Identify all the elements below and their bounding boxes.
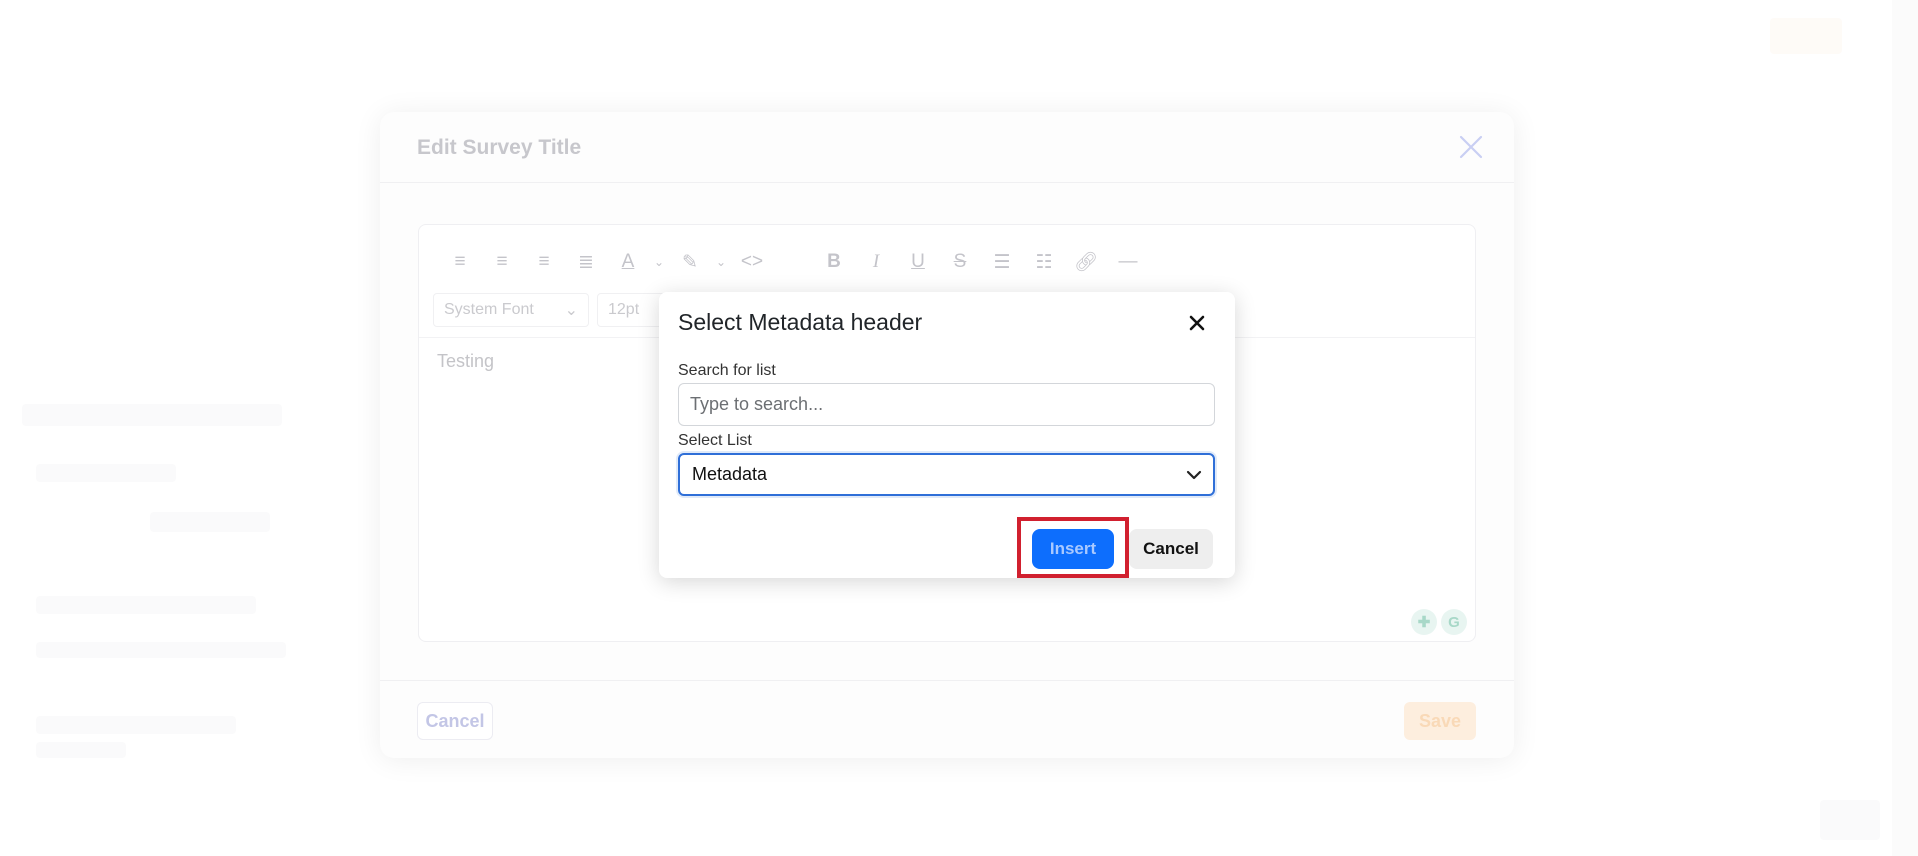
edit-cancel-button[interactable]: Cancel [417, 702, 493, 740]
close-icon[interactable] [1456, 132, 1486, 162]
edit-modal-footer-divider [380, 680, 1514, 681]
insert-button[interactable]: Insert [1032, 529, 1114, 569]
link-icon[interactable]: 🔗︎ [1065, 245, 1107, 279]
grammarly-icon[interactable]: G [1441, 609, 1467, 635]
select-list-value: Metadata [692, 464, 768, 484]
lightbulb-icon[interactable]: ✚ [1411, 609, 1437, 635]
code-icon[interactable]: <> [731, 245, 773, 279]
select-list-label: Select List [678, 432, 752, 449]
grammarly-widget[interactable]: ✚ G [1411, 609, 1467, 635]
save-button[interactable]: Save [1404, 702, 1476, 740]
dialog-title: Select Metadata header [678, 309, 923, 335]
chevron-down-icon[interactable]: ⌄ [711, 245, 731, 279]
chevron-down-icon: ⌄ [564, 302, 578, 319]
align-left-icon[interactable]: ≡ [439, 245, 481, 279]
cancel-button[interactable]: Cancel [1129, 529, 1213, 569]
search-input[interactable] [678, 383, 1215, 426]
font-size-value: 12pt [608, 301, 640, 318]
editor-toolbar: ≡ ≡ ≡ ≣ A ⌄ ✎ ⌄ <> B I U S ☰ ☷ 🔗︎ — [439, 245, 1149, 279]
select-list-dropdown[interactable]: Metadata [678, 453, 1215, 496]
align-justify-icon[interactable]: ≣ [565, 245, 607, 279]
strikethrough-icon[interactable]: S [939, 245, 981, 279]
select-metadata-dialog: Select Metadata header Search for list S… [659, 292, 1235, 578]
underline-icon[interactable]: U [897, 245, 939, 279]
horizontal-rule-icon[interactable]: — [1107, 245, 1149, 279]
highlight-color-icon[interactable]: ✎ [669, 245, 711, 279]
numbered-list-icon[interactable]: ☷ [1023, 245, 1065, 279]
chevron-down-icon[interactable]: ⌄ [649, 245, 669, 279]
close-icon[interactable] [1185, 311, 1209, 335]
bullet-list-icon[interactable]: ☰ [981, 245, 1023, 279]
italic-icon[interactable]: I [855, 245, 897, 279]
editor-content[interactable]: Testing [437, 351, 494, 372]
font-family-select[interactable]: System Font ⌄ [433, 293, 589, 327]
text-color-icon[interactable]: A [607, 245, 649, 279]
chevron-down-icon [1185, 466, 1203, 484]
edit-modal-header-divider [380, 182, 1514, 183]
align-right-icon[interactable]: ≡ [523, 245, 565, 279]
font-family-value: System Font [444, 301, 534, 318]
search-label: Search for list [678, 362, 776, 379]
edit-modal-title: Edit Survey Title [417, 136, 582, 159]
bold-icon[interactable]: B [813, 245, 855, 279]
align-center-icon[interactable]: ≡ [481, 245, 523, 279]
